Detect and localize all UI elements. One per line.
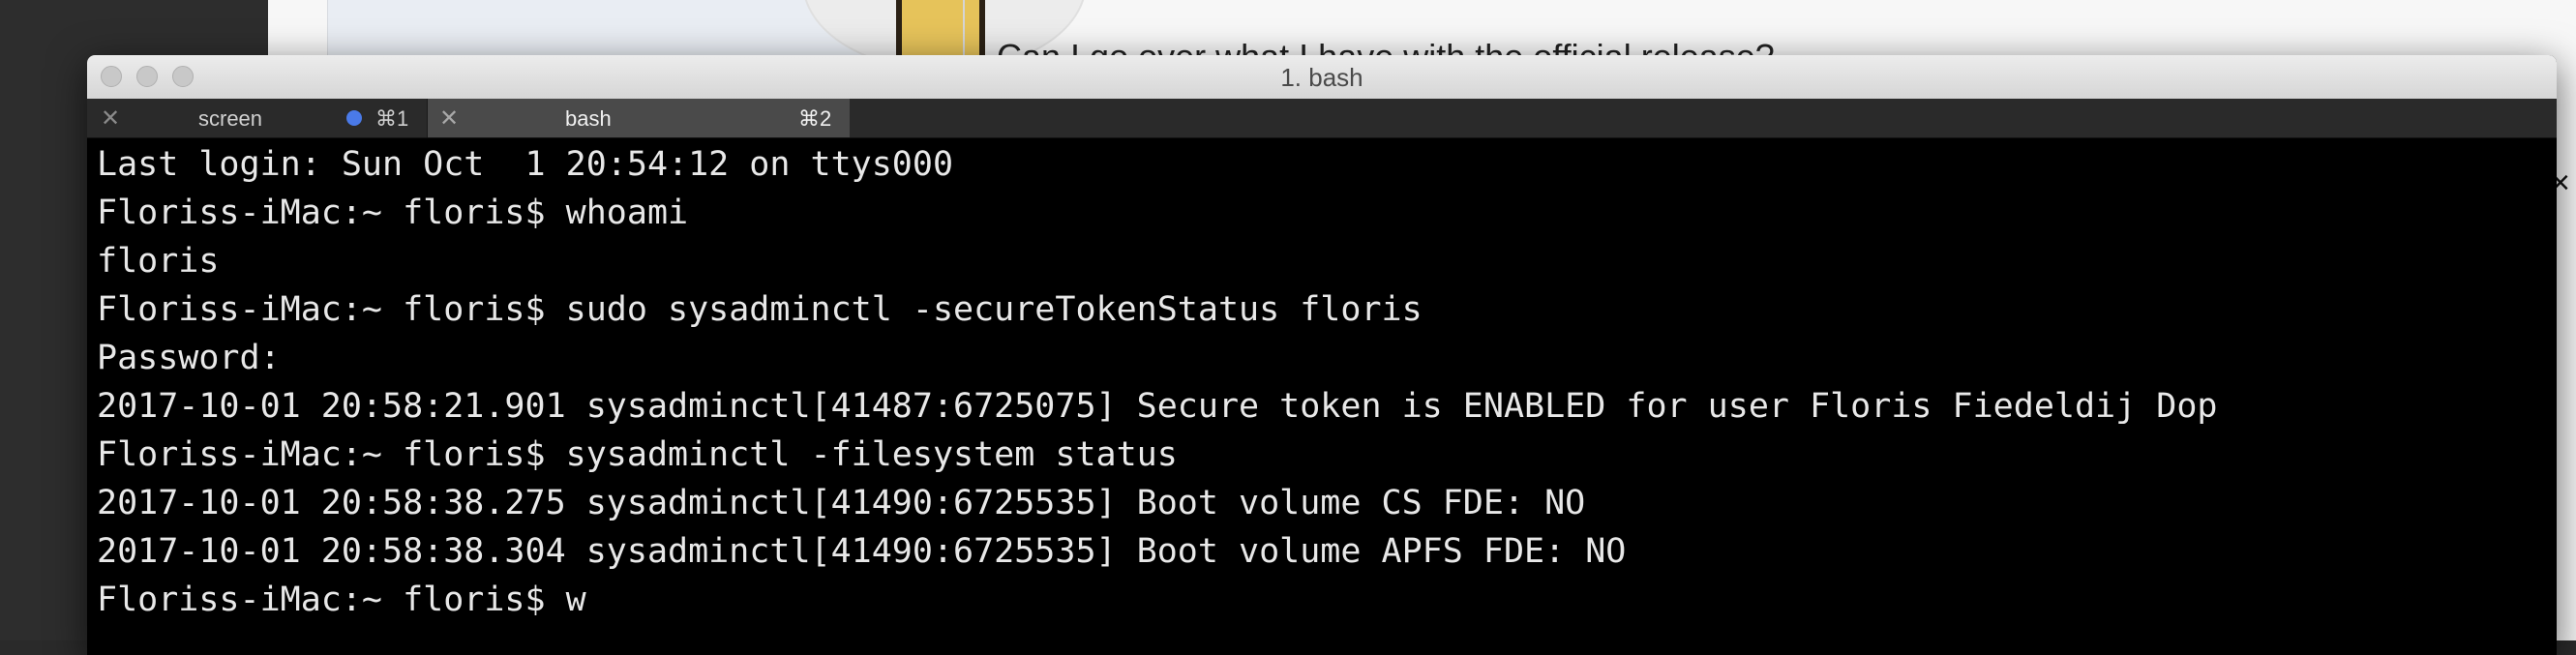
- tab-shortcut: ⌘2: [798, 106, 832, 131]
- activity-dot-icon: [346, 110, 362, 126]
- terminal-line: Password:: [97, 339, 281, 377]
- terminal-line: 2017-10-01 20:58:38.304 sysadminctl[4149…: [97, 532, 1627, 571]
- terminal-line: Floriss-iMac:~ floris$ sudo sysadminctl …: [97, 290, 1423, 329]
- tab-label: bash: [565, 106, 612, 131]
- terminal-line: Floriss-iMac:~ floris$ whoami: [97, 194, 689, 232]
- tab-label: screen: [198, 106, 263, 131]
- terminal-window[interactable]: 1. bash ✕ screen ⌘1 ✕ bash ⌘2 Last login…: [87, 55, 2557, 655]
- terminal-output[interactable]: Last login: Sun Oct 1 20:54:12 on ttys00…: [97, 140, 2557, 655]
- terminal-line: Last login: Sun Oct 1 20:54:12 on ttys00…: [97, 145, 954, 184]
- close-tab-icon[interactable]: ✕: [439, 104, 459, 133]
- title-bar[interactable]: 1. bash: [87, 55, 2557, 100]
- window-title: 1. bash: [1280, 63, 1363, 92]
- tab-bash[interactable]: ✕ bash ⌘2: [428, 99, 850, 137]
- terminal-line: 2017-10-01 20:58:38.275 sysadminctl[4149…: [97, 484, 1586, 522]
- close-tab-icon[interactable]: ✕: [101, 104, 120, 133]
- tab-bar: ✕ screen ⌘1 ✕ bash ⌘2: [87, 99, 2557, 138]
- tab-shortcut: ⌘1: [375, 106, 409, 131]
- tab-screen[interactable]: ✕ screen ⌘1: [87, 99, 428, 137]
- terminal-line: floris: [97, 242, 220, 281]
- terminal-line: 2017-10-01 20:58:21.901 sysadminctl[4148…: [97, 387, 2218, 426]
- terminal-line: Floriss-iMac:~ floris$ w: [97, 581, 586, 619]
- terminal-line: Floriss-iMac:~ floris$ sysadminctl -file…: [97, 435, 1178, 474]
